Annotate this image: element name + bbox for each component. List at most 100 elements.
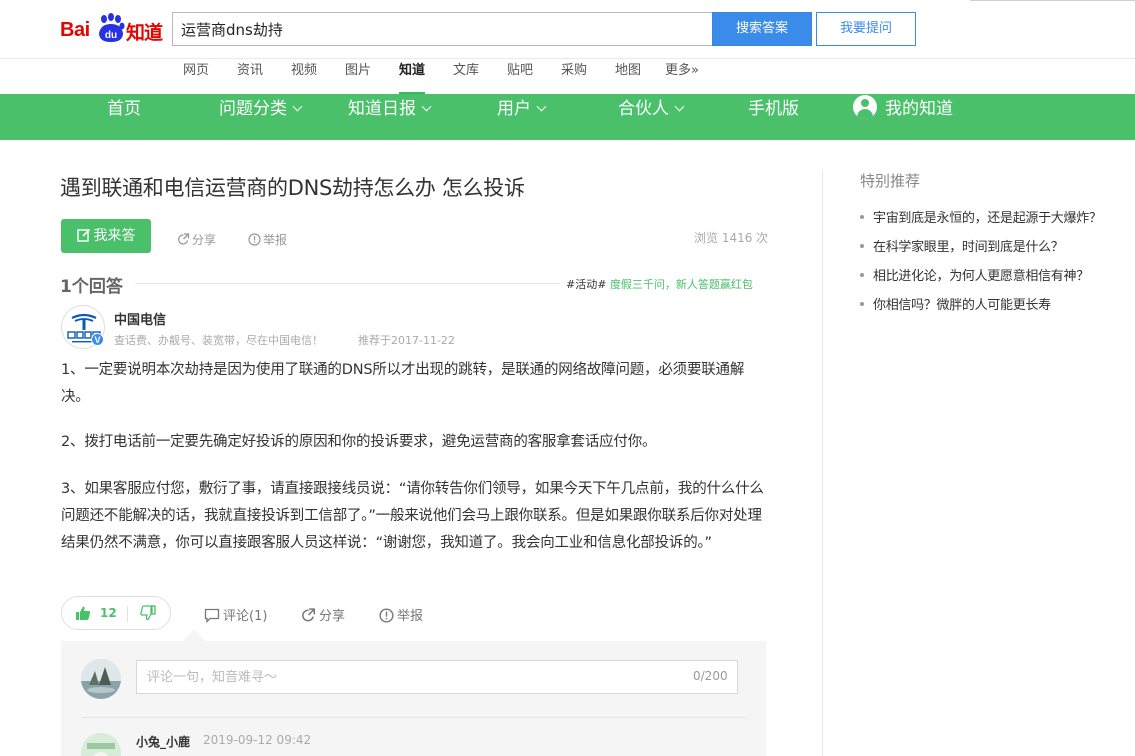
edit-icon <box>76 228 90 242</box>
recommended-item[interactable]: 相比进化论，为何人更愿意相信有神？ <box>860 265 1089 284</box>
answer-paragraph-3: 3、如果客服应付您，敷衍了事，请直接跟接线员说：“请你转告你们领导，如果今天下午… <box>61 481 764 551</box>
nav-category[interactable]: 问题分类 <box>219 94 303 140</box>
baidu-zhidao-logo[interactable]: Bai du 知道 <box>60 10 166 44</box>
chevron-down-icon <box>536 101 547 112</box>
logo-text-bai: Bai <box>60 19 90 41</box>
answer-share-label: 分享 <box>319 609 346 624</box>
verified-badge: V <box>91 333 104 346</box>
channel-nav: 网页 资讯 视频 图片 知道 文库 贴吧 采购 地图 更多» <box>0 58 1135 94</box>
answer-count-divider <box>135 283 560 284</box>
channel-video[interactable]: 视频 <box>291 59 317 94</box>
nav-users-label: 用户 <box>497 99 531 119</box>
chevron-down-icon <box>674 101 685 112</box>
answer-report-label: 举报 <box>397 609 424 624</box>
chevron-down-icon <box>421 101 432 112</box>
channel-map[interactable]: 地图 <box>615 59 641 94</box>
question-report-label: 举报 <box>263 233 288 247</box>
channel-tieba[interactable]: 贴吧 <box>507 59 533 94</box>
nav-mobile[interactable]: 手机版 <box>748 94 799 140</box>
logo-text-zhidao: 知道 <box>126 22 163 44</box>
channel-more[interactable]: 更多» <box>665 59 699 94</box>
like-count: 12 <box>100 606 117 620</box>
recommended-item[interactable]: 在科学家眼里，时间到底是什么？ <box>860 236 1064 255</box>
top-divider <box>970 0 1135 1</box>
comment-timestamp: 2019-09-12 09:42 <box>203 733 312 747</box>
answer-paragraph-1: 1、一定要说明本次劫持是因为使用了联通的DNS所以才出现的跳转，是联通的网络故障… <box>61 362 745 405</box>
answer-button-label: 我来答 <box>93 228 136 244</box>
comment-divider <box>81 717 746 718</box>
comment-button-label: 评论(1) <box>223 609 268 624</box>
search-input[interactable] <box>172 12 713 46</box>
recommended-item-label: 宇宙到底是永恒的，还是起源于大爆炸？ <box>873 211 1102 226</box>
bullet-icon <box>860 272 864 277</box>
sidebar-title: 特别推荐 <box>860 172 921 190</box>
report-icon <box>248 233 261 246</box>
answer-paragraph-2: 2、拨打电话前一定要先确定好投诉的原因和你的投诉要求，避免运营商的客服拿套话应付… <box>61 434 657 450</box>
answer-author-name[interactable]: 中国电信 <box>114 309 166 328</box>
dislike-button[interactable] <box>140 605 156 625</box>
user-avatar-icon <box>853 95 877 119</box>
answer-report[interactable]: 举报 <box>379 605 423 624</box>
answer-date: 推荐于2017-11-22 <box>358 334 455 347</box>
vote-divider <box>127 606 128 622</box>
channel-news[interactable]: 资讯 <box>237 59 263 94</box>
channel-purchase[interactable]: 采购 <box>561 59 587 94</box>
answer-button[interactable]: 我来答 <box>61 219 151 253</box>
channel-web[interactable]: 网页 <box>183 59 209 94</box>
recommended-item-label: 你相信吗？微胖的人可能更长寿 <box>873 298 1051 313</box>
share-icon <box>302 608 316 622</box>
question-report[interactable]: 举报 <box>248 231 287 248</box>
bullet-icon <box>860 214 864 219</box>
answer-share[interactable]: 分享 <box>301 605 345 624</box>
sidebar-divider <box>822 170 823 756</box>
bullet-icon <box>860 301 864 306</box>
answer-author-desc: 查话费、办靓号、装宽带，尽在中国电信！ <box>114 334 323 347</box>
landscape-avatar-image <box>81 659 121 699</box>
share-icon <box>178 233 190 245</box>
recommended-item-label: 在科学家眼里，时间到底是什么？ <box>873 240 1064 255</box>
comment-button[interactable]: 评论(1) <box>204 605 267 624</box>
nav-my-zhidao[interactable]: 我的知道 <box>853 94 953 140</box>
vote-box: 12 <box>61 596 171 630</box>
chevron-down-icon <box>292 101 303 112</box>
ask-question-button[interactable]: 我要提问 <box>816 12 916 46</box>
bullet-icon <box>860 243 864 248</box>
search-button[interactable]: 搜索答案 <box>712 12 812 46</box>
comment-input[interactable] <box>136 660 738 694</box>
nav-daily[interactable]: 知道日报 <box>348 94 432 140</box>
recommended-item[interactable]: 宇宙到底是永恒的，还是起源于大爆炸？ <box>860 207 1102 226</box>
nav-mobile-label: 手机版 <box>748 99 799 119</box>
recommended-item-label: 相比进化论，为何人更愿意相信有神？ <box>873 269 1089 284</box>
report-icon <box>379 608 394 623</box>
view-count: 浏览 1416 次 <box>694 231 769 245</box>
nav-partner-label: 合伙人 <box>618 99 669 119</box>
comment-icon <box>204 608 220 624</box>
channel-wenku[interactable]: 文库 <box>453 59 479 94</box>
top-header: Bai du 知道 搜索答案 我要提问 <box>0 0 1135 58</box>
promo-text[interactable]: 度假三千问，新人答题赢红包 <box>610 278 753 291</box>
logo-text-du: du <box>105 30 117 41</box>
nav-partner[interactable]: 合伙人 <box>618 94 685 140</box>
nav-users[interactable]: 用户 <box>497 94 547 140</box>
thumb-up-icon <box>76 606 91 620</box>
comment-char-counter: 0/200 <box>693 669 728 683</box>
nav-home-label: 首页 <box>107 99 141 119</box>
nav-daily-label: 知道日报 <box>348 99 416 119</box>
channel-zhidao[interactable]: 知道 <box>399 59 426 94</box>
question-share[interactable]: 分享 <box>177 231 216 248</box>
channel-images[interactable]: 图片 <box>345 59 371 94</box>
promo-tag: #活动# <box>566 278 607 291</box>
nav-home[interactable]: 首页 <box>107 94 141 140</box>
promo-link[interactable]: #活动# 度假三千问，新人答题赢红包 <box>566 276 753 292</box>
recommended-item[interactable]: 你相信吗？微胖的人可能更长寿 <box>860 294 1051 313</box>
like-button[interactable] <box>75 605 91 625</box>
main-nav: 首页 问题分类 知道日报 用户 合伙人 手机版 我的知道 <box>0 94 1135 140</box>
comment-author-name[interactable]: 小兔_小鹿 <box>136 733 190 750</box>
answer-count: 1个回答 <box>60 277 123 297</box>
thumb-down-icon <box>140 605 156 621</box>
baidu-paw-icon: du <box>99 13 125 42</box>
question-share-label: 分享 <box>192 233 217 247</box>
nav-category-label: 问题分类 <box>219 99 287 119</box>
nav-my-zhidao-label: 我的知道 <box>885 99 953 119</box>
current-user-avatar <box>81 659 121 699</box>
